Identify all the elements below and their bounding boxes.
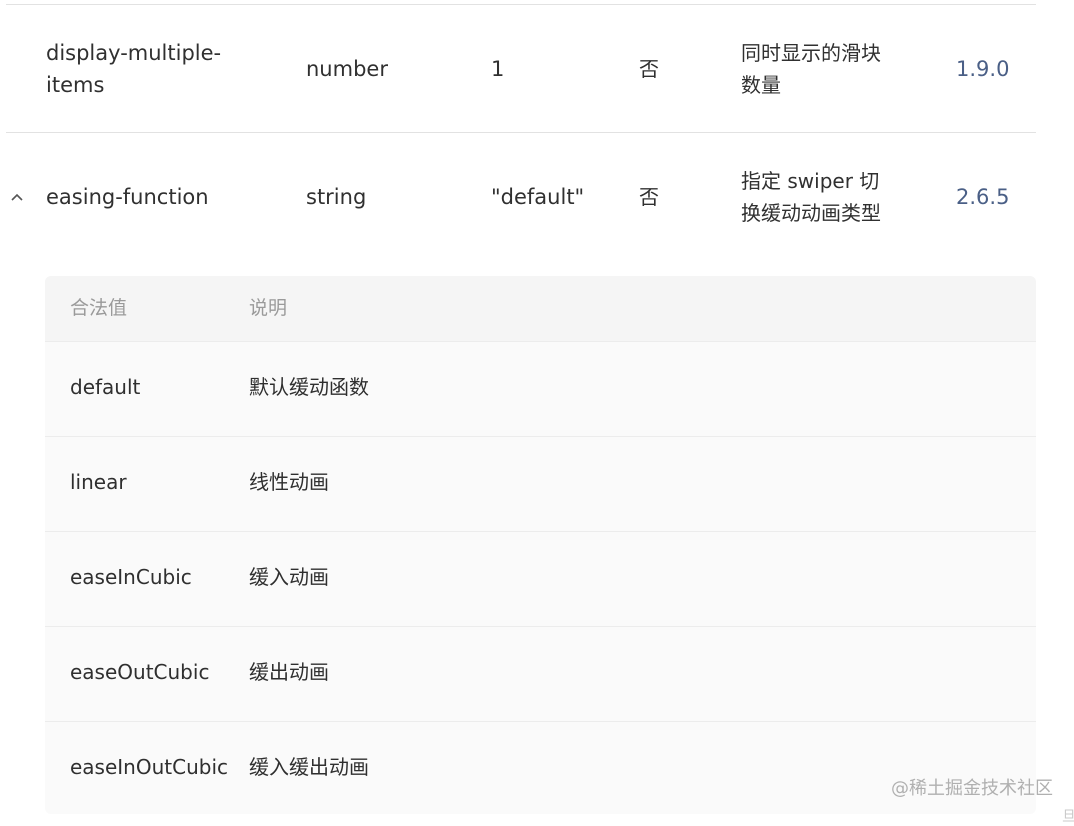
chevron-up-icon[interactable]	[10, 190, 24, 204]
legal-value-description: 线性动画	[249, 470, 329, 494]
property-default: 1	[491, 57, 505, 81]
top-divider	[6, 4, 1036, 5]
corner-glyph: 旦	[1062, 809, 1074, 825]
table-row: default 默认缓动函数	[45, 341, 1036, 436]
property-name: display-multiple- items	[46, 41, 222, 97]
property-type: string	[306, 185, 367, 209]
legal-value-description: 默认缓动函数	[249, 375, 369, 399]
table-row: linear 线性动画	[45, 436, 1036, 531]
row-divider	[6, 132, 1036, 133]
property-description: 同时显示的滑块 数量	[741, 41, 881, 97]
legal-value-description: 缓出动画	[249, 660, 329, 684]
legal-value-description: 缓入动画	[249, 565, 329, 589]
header-description: 说明	[249, 297, 288, 319]
legal-value: linear	[70, 470, 127, 494]
property-default: "default"	[491, 185, 585, 209]
version-link[interactable]: 2.6.5	[956, 181, 1009, 213]
property-name: easing-function	[46, 185, 209, 209]
version-link[interactable]: 1.9.0	[956, 53, 1009, 85]
legal-value: easeOutCubic	[70, 660, 210, 684]
table-row: easeInCubic 缓入动画	[45, 531, 1036, 626]
table-row: easeOutCubic 缓出动画	[45, 626, 1036, 721]
legal-values-table: 合法值 说明 default 默认缓动函数 linear 线性动画 easeIn…	[45, 276, 1036, 814]
table-row: easeInOutCubic 缓入缓出动画	[45, 721, 1036, 814]
header-legal-value: 合法值	[70, 297, 128, 319]
property-required: 否	[639, 57, 659, 81]
property-required: 否	[639, 185, 659, 209]
legal-value: default	[70, 375, 141, 399]
property-description: 指定 swiper 切 换缓动动画类型	[741, 169, 881, 225]
property-type: number	[306, 57, 388, 81]
legal-value-description: 缓入缓出动画	[249, 755, 369, 779]
legal-value: easeInOutCubic	[70, 755, 229, 779]
legal-value: easeInCubic	[70, 565, 192, 589]
watermark: @稀土掘金技术社区	[891, 778, 1053, 799]
legal-values-header: 合法值 说明	[45, 276, 1036, 341]
